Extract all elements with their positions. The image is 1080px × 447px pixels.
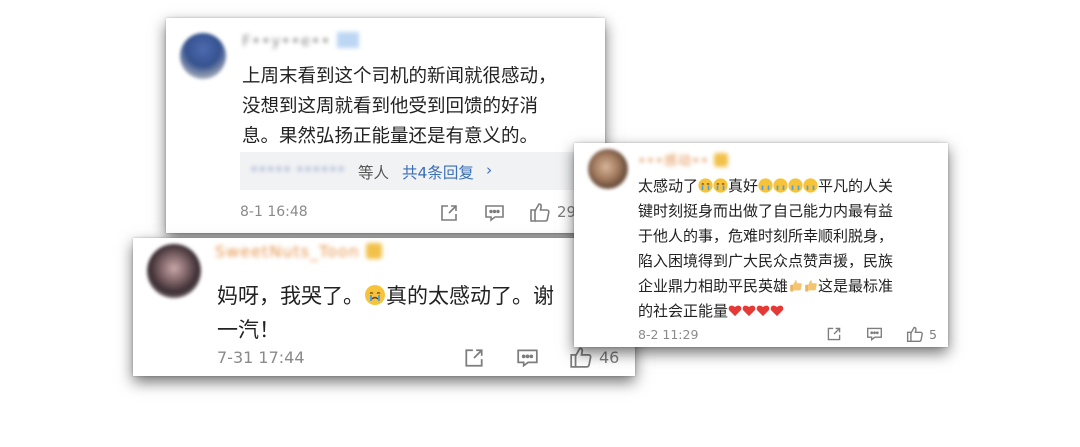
like-button[interactable]: 46 [569,345,619,369]
comment-button[interactable] [516,347,539,369]
timestamp: 7-31 17:44 [217,348,305,367]
crying-emoji-icon [758,177,818,195]
share-button[interactable] [439,203,459,223]
avatar[interactable] [588,149,628,189]
comment-text-line: 太感动了 真好 平凡的人关 [638,177,894,195]
badge-icon [365,243,382,259]
crying-emoji-icon [365,285,385,305]
comment-icon [867,327,882,341]
comment-icon [517,349,538,368]
crying-emoji-icon [698,177,728,195]
share-button[interactable] [826,326,842,342]
comment-text-line: 键时刻挺身而出做了自己能力内最有益 [638,202,894,220]
comment-text-line: 上周末看到这个司机的新闻就很感动， [242,66,557,87]
share-icon [441,205,457,221]
share-icon [465,349,483,367]
comment-text-line: 息。果然弘扬正能量还是有意义的。 [242,126,539,147]
avatar[interactable] [180,33,226,79]
timestamp: 8-1 16:48 [240,204,308,220]
thumbs-up-icon [570,347,592,368]
chevron-right-icon: › [486,161,493,179]
comment-text-line: 陷入困境得到广大民众点赞声援，民族 [638,252,894,270]
comment-card-2: SweetNuts_Toon 妈呀，我哭了。 真的太感动了。谢 一汽！ 7-31 … [133,238,635,376]
timestamp: 8-2 11:29 [638,327,699,342]
badge-icon [714,153,729,167]
comment-text-line: 企业鼎力相助平民英雄 这是最标准 [638,277,894,295]
comment-icon [485,205,504,222]
username[interactable]: •••感动•• [638,150,729,169]
comment-text-line: 妈呀，我哭了。 真的太感动了。谢 [217,284,554,308]
avatar[interactable] [147,244,201,298]
thumbs-up-emoji-icon [788,277,818,295]
vip-badge-icon [336,32,359,48]
username[interactable]: SweetNuts_Toon [215,242,382,261]
thumbs-up-icon [906,326,923,343]
like-count: 5 [929,326,937,342]
like-button[interactable]: 5 [906,325,937,343]
view-replies-link[interactable]: 共4条回复 [402,161,474,183]
thumbs-up-icon [530,203,550,222]
comment-text-line: 一汽！ [217,318,280,342]
replies-preview[interactable]: ••••• •••••• 等人 共4条回复 › [240,152,589,190]
reply-others-label: 等人 [358,164,390,182]
comment-text-line: 于他人的事，危难时刻所幸顺利脱身， [638,227,894,245]
comment-text-line: 没想到这周就看到他受到回馈的好消 [242,96,539,117]
comment-button[interactable] [484,203,505,223]
comment-card-3: •••感动•• 太感动了 真好 平凡的人关 键时刻挺身而出做了自己能力内最有益 于他… [574,143,948,347]
heart-emoji-icon [728,302,784,320]
username[interactable]: F••y••e•• [242,32,359,50]
comment-text-line: 的社会正能量 [638,300,784,321]
comment-button[interactable] [866,326,883,342]
like-count: 46 [599,347,620,367]
share-icon [827,327,841,341]
reply-usernames: ••••• •••••• [250,162,346,178]
share-button[interactable] [463,347,485,369]
comment-card-1: F••y••e•• 上周末看到这个司机的新闻就很感动， 没想到这周就看到他受到回… [166,18,605,233]
